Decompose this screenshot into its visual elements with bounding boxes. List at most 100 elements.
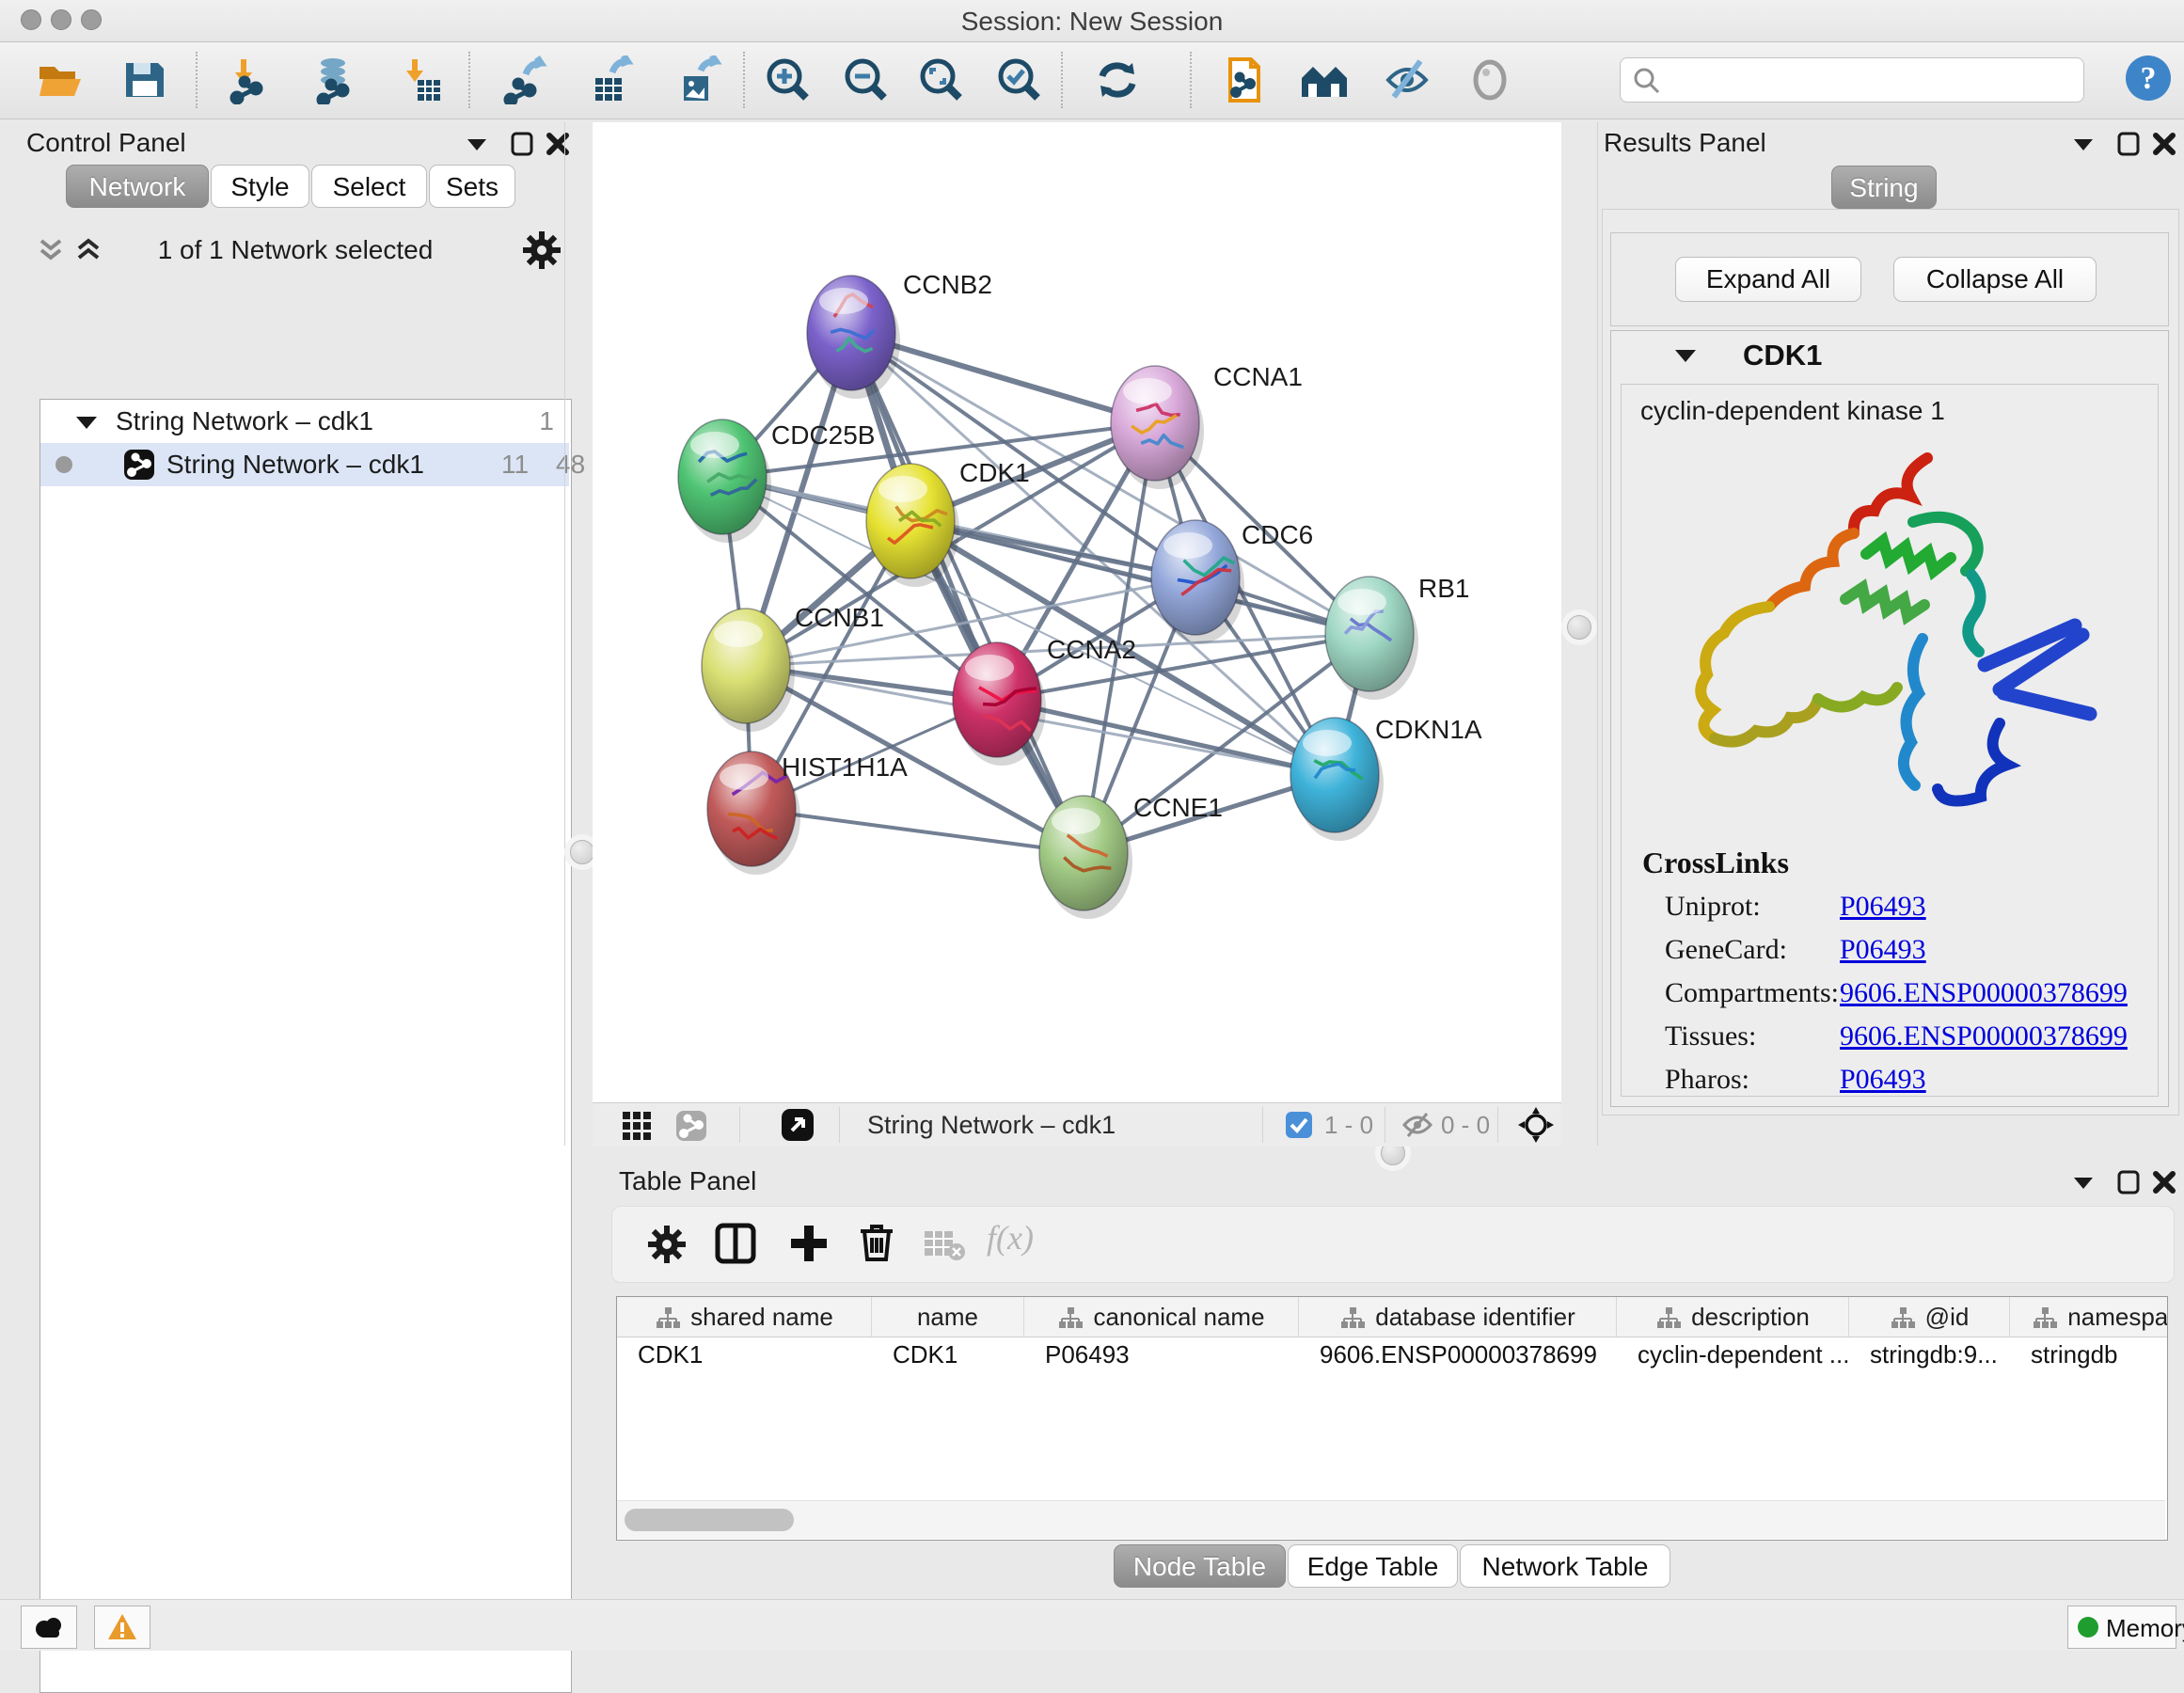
table-panel-maximize-button[interactable] <box>2113 1166 2144 1198</box>
tab-style[interactable]: Style <box>211 165 309 208</box>
column-header-shared-name[interactable]: shared name <box>617 1297 872 1337</box>
expand-all-button[interactable]: Expand All <box>1675 257 1861 302</box>
show-all-eye-icon[interactable] <box>1465 55 1514 104</box>
results-panel-maximize-button[interactable] <box>2113 128 2144 160</box>
tab-sets[interactable]: Sets <box>429 165 515 208</box>
import-table-file-icon[interactable] <box>397 55 446 104</box>
table-row[interactable]: CDK1CDK1P064939606.ENSP00000378699cyclin… <box>617 1337 2168 1372</box>
network-view-indicator <box>55 456 72 473</box>
results-panel-float-button[interactable] <box>2067 128 2099 160</box>
memory-button[interactable]: Memory <box>2067 1606 2176 1649</box>
node-CCNE1[interactable]: CCNE1 <box>1039 793 1223 919</box>
share-document-icon[interactable] <box>1223 55 1272 104</box>
right-splitter-grip[interactable] <box>1567 615 1591 640</box>
help-icon[interactable]: ? <box>2124 54 2173 103</box>
table-cell[interactable]: P06493 <box>1024 1337 1299 1372</box>
crosslink-link[interactable]: P06493 <box>1840 1064 1926 1096</box>
import-network-file-icon[interactable] <box>226 55 275 104</box>
column-header--id[interactable]: @id <box>1849 1297 2010 1337</box>
scrollbar-thumb[interactable] <box>625 1509 794 1531</box>
node-CDC25B[interactable]: CDC25B <box>678 419 875 543</box>
save-session-icon[interactable] <box>120 55 169 104</box>
node-CCNA1[interactable]: CCNA1 <box>1111 362 1303 489</box>
column-header-name[interactable]: name <box>872 1297 1024 1337</box>
table-cell[interactable]: CDK1 <box>872 1337 1024 1372</box>
node-CDKN1A[interactable]: CDKN1A <box>1290 715 1482 841</box>
crosslink-link[interactable]: P06493 <box>1840 934 1926 966</box>
collapse-all-button[interactable]: Collapse All <box>1893 257 2097 302</box>
export-image-icon[interactable] <box>674 55 723 104</box>
delete-column-icon[interactable] <box>855 1220 898 1263</box>
table-cell[interactable]: stringdb:9... <box>1849 1337 2010 1372</box>
control-panel-float-button[interactable] <box>461 128 493 160</box>
cloud-status-button[interactable] <box>21 1606 77 1649</box>
zoom-in-icon[interactable] <box>764 55 813 104</box>
table-panel-close-button[interactable] <box>2148 1166 2180 1198</box>
tab-network[interactable]: Network <box>66 165 209 208</box>
left-splitter-grip[interactable] <box>570 840 594 864</box>
network-canvas[interactable]: CCNB2CCNA1CDC25BCDK1CDC6RB1CCNB1CCNA2CDK… <box>593 122 1561 1102</box>
zoom-fit-icon[interactable] <box>917 55 966 104</box>
column-header-database-identifier[interactable]: database identifier <box>1299 1297 1617 1337</box>
tab-node-table[interactable]: Node Table <box>1114 1544 1286 1588</box>
column-header-namespace[interactable]: namespace <box>2010 1297 2168 1337</box>
control-panel: Control Panel Network Style Select Sets … <box>13 122 564 1571</box>
table-cell[interactable]: stringdb <box>2010 1337 2168 1372</box>
refresh-icon[interactable] <box>1093 55 1142 104</box>
table-panel-float-button[interactable] <box>2067 1166 2099 1198</box>
fit-selected-crosshair-icon[interactable] <box>1516 1105 1556 1145</box>
control-panel-maximize-button[interactable] <box>506 128 538 160</box>
hide-selected-eye-icon[interactable] <box>1383 55 1432 104</box>
show-columns-icon[interactable] <box>714 1222 757 1265</box>
network-row[interactable]: String Network – cdk1 11 48 <box>40 443 569 486</box>
collapse-section-icon[interactable] <box>1673 346 1698 367</box>
edge-CCNA2-CDKN1A[interactable] <box>997 700 1335 775</box>
tab-select[interactable]: Select <box>311 165 427 208</box>
open-session-icon[interactable] <box>36 55 85 104</box>
string-network-graph[interactable]: CCNB2CCNA1CDC25BCDK1CDC6RB1CCNB1CCNA2CDK… <box>593 122 1561 1102</box>
control-panel-close-button[interactable] <box>542 128 574 160</box>
column-type-icon <box>1057 1306 1084 1331</box>
export-network-icon[interactable] <box>503 55 552 104</box>
tab-string[interactable]: String <box>1831 166 1937 209</box>
table-horizontal-scrollbar[interactable] <box>617 1500 2165 1539</box>
tab-network-table[interactable]: Network Table <box>1460 1544 1670 1588</box>
collection-name: String Network – cdk1 <box>116 406 373 436</box>
open-in-window-icon[interactable] <box>781 1108 815 1142</box>
table-settings-gear-icon[interactable] <box>646 1224 688 1265</box>
collapse-all-icon[interactable] <box>34 233 68 267</box>
crosslink-link[interactable]: P06493 <box>1840 891 1926 923</box>
tab-edge-table[interactable]: Edge Table <box>1288 1544 1458 1588</box>
network-collection-row[interactable]: String Network – cdk1 1 <box>40 400 569 443</box>
network-home-icon[interactable] <box>1300 55 1349 104</box>
import-network-database-icon[interactable] <box>310 55 359 104</box>
node-CDC6[interactable]: CDC6 <box>1151 520 1313 643</box>
export-table-icon[interactable] <box>588 55 637 104</box>
toolbar-separator <box>196 52 198 108</box>
node-CDK1[interactable]: CDK1 <box>866 458 1030 587</box>
crosslink-link[interactable]: 9606.ENSP00000378699 <box>1840 977 2128 1009</box>
edge-HIST1H1A-CCNE1[interactable] <box>752 809 1084 853</box>
zoom-out-icon[interactable] <box>842 55 891 104</box>
warning-status-button[interactable] <box>94 1606 150 1649</box>
column-header-description[interactable]: description <box>1617 1297 1849 1337</box>
node-HIST1H1A[interactable]: HIST1H1A <box>707 752 908 875</box>
node-CCNB2[interactable]: CCNB2 <box>807 270 992 399</box>
add-column-icon[interactable] <box>787 1222 831 1265</box>
column-label: database identifier <box>1375 1303 1575 1331</box>
results-panel-close-button[interactable] <box>2148 128 2180 160</box>
node-RB1[interactable]: RB1 <box>1325 574 1469 700</box>
column-header-canonical-name[interactable]: canonical name <box>1024 1297 1299 1337</box>
expand-all-icon[interactable] <box>71 233 105 267</box>
node-table[interactable]: shared namenamecanonical name database id… <box>616 1296 2168 1541</box>
network-overview-icon[interactable] <box>675 1110 707 1142</box>
table-cell[interactable]: cyclin-dependent ... <box>1617 1337 1849 1372</box>
search-input[interactable] <box>1670 62 2073 96</box>
crosslink-link[interactable]: 9606.ENSP00000378699 <box>1840 1021 2128 1052</box>
table-cell[interactable]: CDK1 <box>617 1337 872 1372</box>
table-cell[interactable]: 9606.ENSP00000378699 <box>1299 1337 1617 1372</box>
selected-count-checkbox-icon[interactable] <box>1285 1111 1313 1139</box>
birds-eye-view-icon[interactable] <box>621 1110 653 1142</box>
network-options-gear-icon[interactable] <box>521 229 562 271</box>
zoom-selected-icon[interactable] <box>995 55 1044 104</box>
